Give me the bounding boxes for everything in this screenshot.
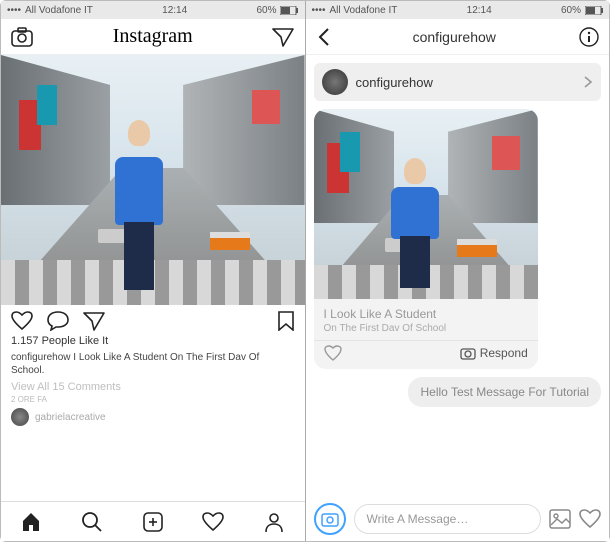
status-bar: •••• All Vodafone IT 12:14 60% <box>1 1 305 19</box>
respond-button[interactable]: Respond <box>460 346 528 360</box>
message-placeholder: Write A Message… <box>367 512 469 526</box>
new-post-tab-icon[interactable] <box>142 511 164 533</box>
battery-percent: 60% <box>256 5 276 16</box>
camera-icon <box>460 346 476 360</box>
dm-screen: •••• All Vodafone IT 12:14 60% configure… <box>306 1 610 541</box>
camera-button[interactable] <box>314 503 346 535</box>
search-tab-icon[interactable] <box>81 511 103 533</box>
post-caption: configurehow I Look Like A Student On Th… <box>1 351 305 377</box>
battery-percent: 60% <box>561 5 581 16</box>
like-icon[interactable] <box>324 345 342 361</box>
respond-label: Respond <box>480 346 528 360</box>
caption-user[interactable]: configurehow <box>11 352 70 363</box>
post-actions <box>1 305 305 333</box>
post-photo[interactable] <box>1 55 305 305</box>
camera-icon[interactable] <box>11 27 33 47</box>
comment-icon[interactable] <box>47 311 69 331</box>
avatar <box>322 69 348 95</box>
back-icon[interactable] <box>316 27 330 47</box>
dm-title: configurehow <box>413 29 496 45</box>
recipient-chip[interactable]: configurehow <box>314 63 602 101</box>
like-icon[interactable] <box>11 311 33 331</box>
shared-post-photo <box>314 109 538 299</box>
gallery-icon[interactable] <box>549 509 571 529</box>
app-title: Instagram <box>113 25 193 48</box>
send-icon[interactable] <box>272 27 294 47</box>
like-icon[interactable] <box>579 509 601 529</box>
likes-count[interactable]: 1.157 People Like It <box>1 333 305 351</box>
feed-screen: •••• All Vodafone IT 12:14 60% Instagram… <box>1 1 305 541</box>
shared-post-subtitle: On The First Dav Of School <box>314 323 538 340</box>
shared-post-footer: Respond <box>314 340 538 369</box>
clock: 12:14 <box>162 5 187 16</box>
camera-icon <box>321 511 339 527</box>
avatar <box>11 408 29 426</box>
chevron-right-icon <box>583 75 593 89</box>
carrier-label: All Vodafone IT <box>330 5 398 16</box>
message-composer: Write A Message… <box>306 497 610 541</box>
shared-post-card[interactable]: I Look Like A Student On The First Dav O… <box>314 109 538 369</box>
shared-post-title: I Look Like A Student <box>314 299 538 323</box>
battery-icon <box>280 6 298 15</box>
signal-icon: •••• <box>312 5 326 16</box>
signal-icon: •••• <box>7 5 21 16</box>
clock: 12:14 <box>467 5 492 16</box>
tab-bar <box>1 501 305 541</box>
info-icon[interactable] <box>579 27 599 47</box>
feed-navbar: Instagram <box>1 19 305 55</box>
activity-tab-icon[interactable] <box>202 512 224 532</box>
recipient-name: configurehow <box>356 75 576 90</box>
dm-thread: configurehow I Look Like A Student On Th… <box>306 55 610 541</box>
view-comments-link[interactable]: View All 15 Comments <box>1 377 305 393</box>
status-bar: •••• All Vodafone IT 12:14 60% <box>306 1 610 19</box>
carrier-label: All Vodafone IT <box>25 5 93 16</box>
sent-message[interactable]: Hello Test Message For Tutorial <box>408 377 601 407</box>
next-username: gabrielacreative <box>35 412 106 423</box>
post-timestamp: 2 ORE FA <box>1 393 305 406</box>
battery-icon <box>585 6 603 15</box>
dm-navbar: configurehow <box>306 19 610 55</box>
message-input[interactable]: Write A Message… <box>354 504 542 534</box>
bookmark-icon[interactable] <box>277 311 295 331</box>
home-tab-icon[interactable] <box>20 511 42 533</box>
profile-tab-icon[interactable] <box>263 511 285 533</box>
share-icon[interactable] <box>83 311 105 331</box>
next-post-header[interactable]: gabrielacreative <box>1 406 305 426</box>
